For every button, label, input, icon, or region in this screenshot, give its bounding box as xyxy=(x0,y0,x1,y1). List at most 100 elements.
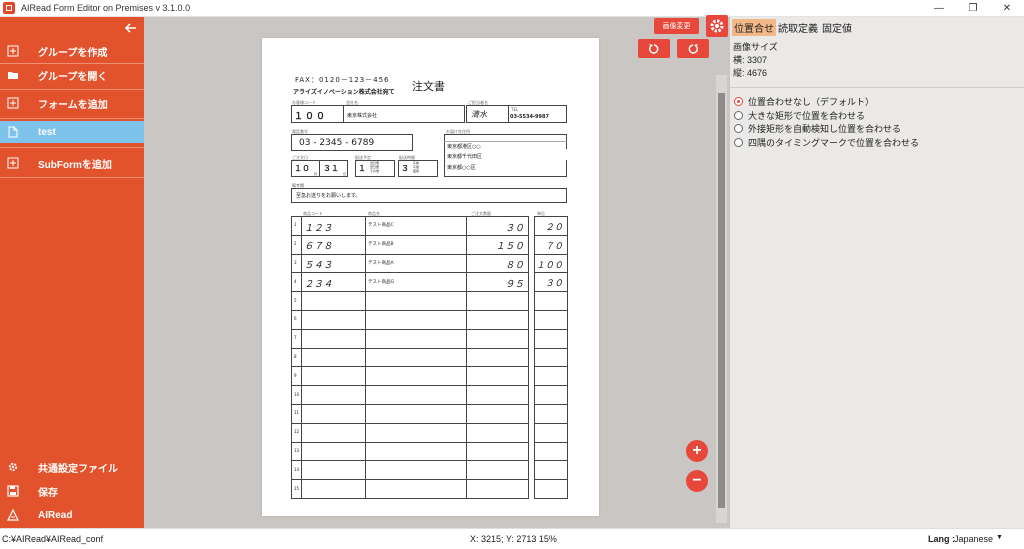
tab-alignment[interactable]: 位置合せ xyxy=(732,19,776,36)
language-label: Lang : xyxy=(928,534,955,544)
sidebar-item-airead[interactable]: AIRead xyxy=(0,504,144,526)
table-cell xyxy=(301,404,366,424)
align-option-label: 位置合わせなし（デフォルト） xyxy=(748,97,875,107)
row-number: 1 xyxy=(294,222,297,228)
divider-line xyxy=(343,105,344,123)
sidebar-item-label: 保存 xyxy=(38,487,58,499)
scrollbar-thumb[interactable] xyxy=(718,93,725,508)
fax-number: FAX：0120－123－456 xyxy=(295,76,390,84)
window-controls: — ❐ ✕ xyxy=(922,0,1024,17)
table-cell xyxy=(534,385,568,405)
table-cell xyxy=(301,441,366,462)
address-line-2: 東京都千代田区 xyxy=(447,154,483,160)
gear-icon xyxy=(8,462,18,472)
sidebar-item-add-subform[interactable]: SubFormを追加 xyxy=(0,152,144,174)
table-cell xyxy=(534,441,568,462)
image-width: 横: 3307 xyxy=(733,55,768,65)
sidebar-item-label: フォームを追加 xyxy=(38,99,108,111)
person-value: 清水 xyxy=(471,110,487,119)
sidebar-item-add-form[interactable]: フォームを追加 xyxy=(0,92,144,114)
align-option-timing-marks[interactable]: 四隅のタイミングマークで位置を合わせる xyxy=(734,136,919,149)
rotate-left-button[interactable] xyxy=(638,39,670,58)
delivery-number: ３ xyxy=(401,164,409,173)
table-cell xyxy=(466,310,529,330)
sidebar-divider xyxy=(0,89,144,90)
month-unit: 月 xyxy=(314,172,318,176)
vertical-scrollbar[interactable] xyxy=(716,75,727,523)
table-cell xyxy=(365,479,467,499)
ship-option-3: その他 xyxy=(370,169,380,173)
company-name-value: 東京株式会社 xyxy=(347,113,378,119)
image-height: 縦: 4676 xyxy=(733,68,768,78)
status-bar: C:¥AIRead¥AIRead_conf X: 3215; Y: 2713 1… xyxy=(0,528,1024,549)
sidebar-item-label: test xyxy=(38,126,56,138)
sidebar-item-label: AIRead xyxy=(38,509,73,521)
row-number: 15 xyxy=(294,485,300,491)
language-select[interactable]: Japanese xyxy=(954,534,993,544)
sidebar-item-common-settings[interactable]: 共通設定ファイル xyxy=(0,456,144,478)
table-cell xyxy=(534,291,568,311)
table-cell xyxy=(466,479,529,499)
delivery-option-3: 夜間 xyxy=(413,169,420,173)
radio-selected-icon[interactable] xyxy=(734,97,743,106)
table-cell-value: １００ xyxy=(535,260,563,271)
table-cell xyxy=(365,347,467,368)
config-path: C:¥AIRead¥AIRead_conf xyxy=(2,534,104,544)
row-number: 7 xyxy=(294,335,297,341)
table-cell xyxy=(466,385,529,405)
back-arrow-icon[interactable] xyxy=(124,21,138,35)
row-number: 10 xyxy=(294,391,300,397)
save-icon xyxy=(7,485,19,497)
sidebar-item-create-group[interactable]: グループを作成 xyxy=(0,40,144,62)
align-option-bounding-rect[interactable]: 外接矩形を自動検知し位置を合わせる xyxy=(734,122,901,135)
table-cell xyxy=(534,310,568,330)
chevron-down-icon[interactable]: ▼ xyxy=(996,534,1003,541)
zoom-in-button[interactable]: + xyxy=(686,440,708,462)
redaction-mask xyxy=(502,149,568,160)
row-number: 9 xyxy=(294,372,297,378)
table-cell-value: テスト商品A xyxy=(368,260,394,266)
radio-icon[interactable] xyxy=(734,124,743,133)
row-number: 5 xyxy=(294,297,297,303)
settings-button[interactable] xyxy=(706,15,728,37)
sidebar-item-test[interactable]: test xyxy=(0,121,144,143)
table-cell-value: ６７８ xyxy=(304,241,333,253)
row-number: 4 xyxy=(294,278,297,284)
title-bar: AIRead Form Editor on Premises v 3.1.0.0… xyxy=(0,0,1024,17)
align-option-large-rect[interactable]: 大きな矩形で位置を合わせる xyxy=(734,109,865,122)
restore-button[interactable]: ❐ xyxy=(956,0,990,17)
sidebar-item-label: 共通設定ファイル xyxy=(38,463,118,475)
align-option-none[interactable]: 位置合わせなし（デフォルト） xyxy=(734,95,874,108)
row-number: 13 xyxy=(294,448,300,453)
form-document[interactable]: FAX：0120－123－456 注文書 アライズイノベーション株式会社宛て お… xyxy=(262,38,599,516)
minimize-button[interactable]: — xyxy=(922,0,956,17)
rotate-right-button[interactable] xyxy=(677,39,709,58)
divider-line xyxy=(508,105,509,123)
day-unit: 日 xyxy=(343,172,347,176)
gear-icon xyxy=(710,19,724,33)
table-cell xyxy=(365,310,467,330)
tel-value: 03-5534-9987 xyxy=(510,114,549,120)
month-value: １０ xyxy=(294,164,310,173)
zoom-out-button[interactable]: − xyxy=(686,470,708,492)
sidebar-item-save[interactable]: 保存 xyxy=(0,480,144,502)
table-cell xyxy=(466,291,529,311)
sidebar-item-label: グループを開く xyxy=(38,71,108,83)
radio-icon[interactable] xyxy=(734,111,743,120)
table-cell-value: ２３４ xyxy=(304,279,333,291)
align-option-label: 外接矩形を自動検知し位置を合わせる xyxy=(748,124,902,134)
sidebar-item-open-group[interactable]: グループを開く xyxy=(0,64,144,86)
row-number: 6 xyxy=(294,316,297,322)
radio-icon[interactable] xyxy=(734,138,743,147)
row-number: 3 xyxy=(294,260,297,265)
form-title: 注文書 xyxy=(412,80,445,93)
address-line-1: 東京都港区○○ xyxy=(447,144,481,150)
table-cell xyxy=(534,328,568,349)
tab-fixed-values[interactable]: 固定値 xyxy=(820,19,854,36)
window-title: AIRead Form Editor on Premises v 3.1.0.0 xyxy=(21,3,191,13)
image-change-button[interactable]: 画像変更 xyxy=(654,18,699,34)
close-button[interactable]: ✕ xyxy=(990,0,1024,17)
align-option-label: 大きな矩形で位置を合わせる xyxy=(748,111,866,121)
sidebar-divider xyxy=(0,118,144,119)
tab-read-definition[interactable]: 読取定義 xyxy=(776,19,820,36)
